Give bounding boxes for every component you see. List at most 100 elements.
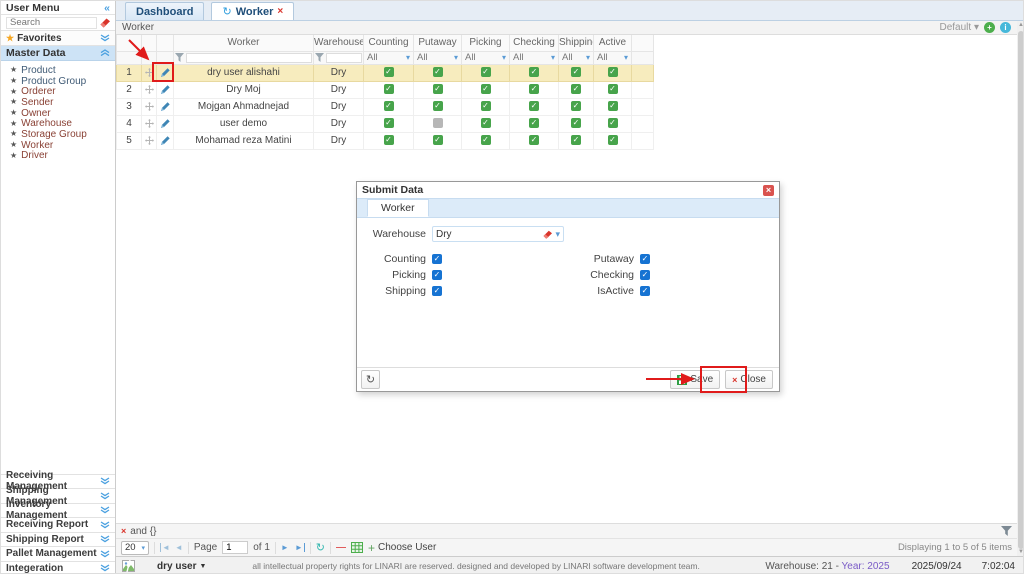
tab-refresh-icon[interactable]: ↻ [222,5,231,18]
scroll-down-arrow[interactable]: ▼ [1017,548,1024,556]
putaway-checkbox[interactable] [640,254,650,264]
choose-user-label: Choose User [378,542,436,553]
tab-dashboard[interactable]: Dashboard [125,2,204,20]
col-active[interactable]: Active [594,35,632,51]
sidebar-section-integration[interactable]: Integeration [1,561,115,574]
clear-search-icon[interactable] [100,18,110,28]
isactive-checkbox[interactable] [640,286,650,296]
user-menu-dropdown[interactable]: dry user ▼ [157,561,206,572]
last-page-button[interactable]: ► [294,543,305,552]
chevron-down-icon[interactable]: ▾ [555,229,560,240]
col-checking[interactable]: Checking [510,35,559,51]
close-button[interactable]: × Close [725,370,773,389]
checking-checkbox[interactable] [640,270,650,280]
counting-checkbox[interactable] [432,254,442,264]
shipping-checkbox[interactable] [432,286,442,296]
chevron-double-down-icon[interactable] [100,550,110,558]
picking-filter-select[interactable]: All▾ [463,52,508,63]
col-shipping[interactable]: Shipping [559,35,594,51]
chevron-double-down-icon[interactable] [100,535,110,543]
move-handle-icon[interactable] [142,98,157,115]
sidebar-section-master-data[interactable]: Master Data [1,46,115,61]
filter-funnel-icon[interactable] [315,53,324,62]
sidebar-section-inventory-management[interactable]: Inventory Management [1,503,115,518]
worker-filter-input[interactable] [186,53,312,63]
shipping-filter-select[interactable]: All▾ [560,52,592,63]
page-size-select[interactable]: 20▾ [121,541,149,555]
chevron-double-down-icon[interactable] [100,521,110,529]
search-input[interactable] [6,17,97,29]
filter-funnel-icon[interactable] [175,53,184,62]
edit-pencil-icon[interactable] [157,115,174,132]
move-handle-icon[interactable] [142,132,157,149]
clear-filter-icon[interactable]: × [121,526,126,536]
sidebar-item-orderer[interactable]: ★Orderer [10,86,115,97]
vertical-scrollbar[interactable]: ▲ ▼ [1017,21,1024,556]
sidebar-collapse-icon[interactable]: « [104,2,110,14]
first-page-button[interactable]: ◄ [160,543,170,552]
modal-tab-worker[interactable]: Worker [367,199,429,217]
putaway-filter-select[interactable]: All▾ [415,52,460,63]
sidebar-item-product-group[interactable]: ★Product Group [10,76,115,87]
col-move [142,35,157,51]
col-warehouse[interactable]: Warehouse [314,35,364,51]
checking-filter-select[interactable]: All▾ [511,52,557,63]
warehouse-filter-input[interactable] [326,53,362,63]
sidebar-item-driver[interactable]: ★Driver [10,151,115,162]
sidebar-section-pallet-management[interactable]: Pallet Management [1,546,115,561]
warehouse-combobox[interactable]: Dry ▾ [432,226,564,242]
move-handle-icon[interactable] [142,81,157,98]
table-row[interactable]: 4 user demo Dry [117,115,654,132]
next-page-button[interactable]: ► [281,543,289,552]
chevron-double-up-icon[interactable] [100,49,110,57]
remove-button[interactable]: — [336,542,346,553]
sidebar-section-shipping-report[interactable]: Shipping Report [1,532,115,547]
edit-pencil-icon[interactable] [157,132,174,149]
clear-value-icon[interactable] [543,230,552,239]
edit-pencil-icon[interactable] [157,81,174,98]
table-row[interactable]: 1 dry user alishahi Dry [117,64,654,81]
counting-filter-select[interactable]: All▾ [365,52,412,63]
modal-close-icon[interactable]: × [763,185,774,196]
tab-worker[interactable]: ↻ Worker × [211,2,294,20]
sidebar-item-owner[interactable]: ★Owner [10,108,115,119]
table-row[interactable]: 5 Mohamad reza Matini Dry [117,132,654,149]
table-row[interactable]: 3 Mojgan Ahmadnejad Dry [117,98,654,115]
scroll-up-arrow[interactable]: ▲ [1017,21,1024,29]
sidebar-item-worker[interactable]: ★Worker [10,140,115,151]
info-button[interactable]: i [1000,22,1011,33]
move-handle-icon[interactable] [142,64,157,81]
chevron-double-down-icon[interactable] [100,34,110,42]
active-filter-select[interactable]: All▾ [595,52,630,63]
tab-close-icon[interactable]: × [277,6,283,17]
sidebar-item-favorites[interactable]: ★ Favorites [1,31,115,46]
chevron-double-down-icon[interactable] [100,477,110,485]
chevron-double-down-icon[interactable] [100,492,110,500]
chevron-double-down-icon[interactable] [100,564,110,572]
col-picking[interactable]: Picking [462,35,510,51]
scrollbar-thumb[interactable] [1018,31,1024,549]
refresh-grid-button[interactable]: ↻ [316,541,325,554]
choose-user-button[interactable]: + Choose User [368,541,436,555]
add-view-button[interactable]: + [984,22,995,33]
refresh-button[interactable]: ↻ [361,370,380,389]
sidebar-item-product[interactable]: ★Product [10,65,115,76]
col-worker[interactable]: Worker [174,35,314,51]
view-selector[interactable]: Default ▾ [940,22,980,33]
edit-pencil-icon[interactable] [157,98,174,115]
save-button[interactable]: Save [670,370,720,389]
sidebar-item-sender[interactable]: ★Sender [10,97,115,108]
sidebar-item-storage-group[interactable]: ★Storage Group [10,129,115,140]
picking-checkbox[interactable] [432,270,442,280]
chevron-double-down-icon[interactable] [100,506,110,514]
filter-funnel-icon[interactable] [1001,526,1012,537]
col-counting[interactable]: Counting [364,35,414,51]
col-putaway[interactable]: Putaway [414,35,462,51]
table-row[interactable]: 2 Dry Moj Dry [117,81,654,98]
edit-pencil-icon[interactable] [157,64,174,81]
prev-page-button[interactable]: ◄ [175,543,183,552]
export-grid-icon[interactable] [351,542,363,553]
page-number-input[interactable] [222,541,248,554]
move-handle-icon[interactable] [142,115,157,132]
sidebar-item-warehouse[interactable]: ★Warehouse [10,118,115,129]
